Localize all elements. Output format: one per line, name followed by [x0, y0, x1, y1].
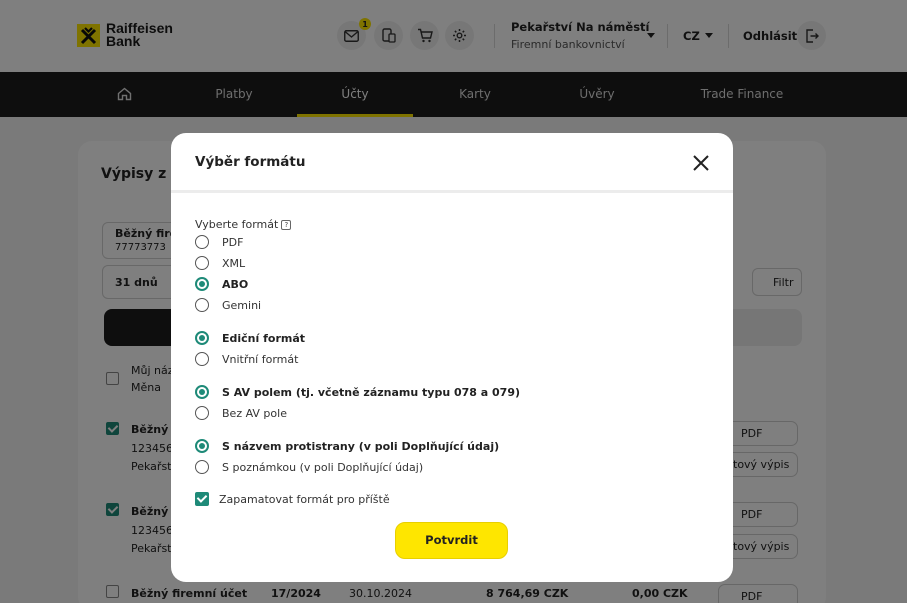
radio-internal-format[interactable]: Vnitřní formát	[195, 352, 298, 366]
remember-label: Zapamatovat formát pro příště	[219, 492, 390, 506]
radio-label: ABO	[222, 277, 249, 291]
radio-label: Bez AV pole	[222, 406, 287, 420]
radio-format-gemini[interactable]: Gemini	[195, 298, 261, 312]
radio-format-abo[interactable]: ABO	[195, 277, 248, 291]
radio-label: S poznámkou (v poli Doplňující údaj)	[222, 460, 424, 474]
radio-note[interactable]: S poznámkou (v poli Doplňující údaj)	[195, 460, 423, 474]
radio-format-pdf[interactable]: PDF	[195, 235, 243, 249]
format-label: Vyberte formát ?	[195, 218, 292, 231]
radio-label: S názvem protistrany (v poli Doplňující …	[222, 439, 500, 453]
radio-label: PDF	[222, 235, 244, 249]
radio-label: S AV polem (tj. včetně záznamu typu 078 …	[222, 385, 521, 399]
radio-dot	[195, 331, 209, 345]
format-label-text: Vyberte formát	[195, 218, 279, 231]
radio-dot	[195, 460, 209, 474]
radio-dot	[195, 352, 209, 366]
radio-without-av-field[interactable]: Bez AV pole	[195, 406, 287, 420]
radio-counterparty-name[interactable]: S názvem protistrany (v poli Doplňující …	[195, 439, 499, 453]
radio-label: Ediční formát	[222, 331, 306, 345]
checkbox-checked	[195, 492, 209, 506]
radio-dot	[195, 256, 209, 270]
close-icon	[693, 155, 709, 171]
remember-format-checkbox[interactable]: Zapamatovat formát pro příště	[195, 492, 390, 506]
close-button[interactable]	[691, 153, 711, 173]
radio-dot	[195, 277, 209, 291]
info-icon[interactable]: ?	[281, 219, 292, 230]
radio-with-av-field[interactable]: S AV polem (tj. včetně záznamu typu 078 …	[195, 385, 520, 399]
radio-edition-format[interactable]: Ediční formát	[195, 331, 305, 345]
radio-format-xml[interactable]: XML	[195, 256, 245, 270]
radio-dot	[195, 298, 209, 312]
radio-label: XML	[222, 256, 246, 270]
dialog-title: Výběr formátu	[195, 154, 306, 170]
radio-dot	[195, 439, 209, 453]
radio-label: Gemini	[222, 298, 262, 312]
radio-label: Vnitřní formát	[222, 352, 299, 366]
radio-dot	[195, 385, 209, 399]
confirm-button[interactable]: Potvrdit	[395, 522, 508, 559]
dialog-divider	[171, 190, 733, 193]
radio-dot	[195, 235, 209, 249]
format-selection-dialog: Výběr formátu Vyberte formát ? PDF XML A…	[171, 133, 733, 582]
radio-dot	[195, 406, 209, 420]
